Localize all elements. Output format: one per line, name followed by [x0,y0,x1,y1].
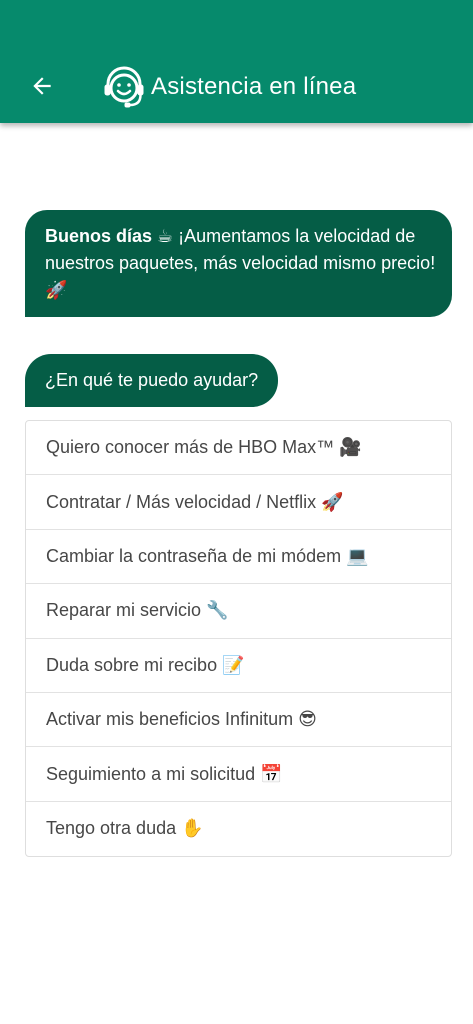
option-contratar[interactable]: Contratar / Más velocidad / Netflix 🚀 [26,475,451,530]
headset-agent-icon [104,66,144,108]
page-title: Asistencia en línea [151,73,357,100]
greeting-message-bubble: Buenos días ☕ ¡Aumentamos la velocidad d… [25,210,452,317]
option-duda-recibo[interactable]: Duda sobre mi recibo 📝 [26,639,451,693]
option-label: Cambiar la contraseña de mi módem 💻 [46,545,369,566]
option-seguimiento-solicitud[interactable]: Seguimiento a mi solicitud 📅 [26,747,451,802]
arrow-left-icon [33,77,51,95]
question-text: ¿En qué te puedo ayudar? [45,370,259,390]
option-label: Activar mis beneficios Infinitum 😎 [46,709,317,730]
option-otra-duda[interactable]: Tengo otra duda ✋ [26,802,451,856]
option-activar-beneficios[interactable]: Activar mis beneficios Infinitum 😎 [26,693,451,748]
option-hbo-max[interactable]: Quiero conocer más de HBO Max™ 🎥 [26,421,451,476]
option-label: Duda sobre mi recibo 📝 [46,654,245,675]
app-bar: Asistencia en línea [0,0,473,123]
option-cambiar-contrasena[interactable]: Cambiar la contraseña de mi módem 💻 [26,530,451,585]
back-button[interactable] [22,66,62,106]
options-list: Quiero conocer más de HBO Max™ 🎥 Contrat… [25,420,452,858]
option-label: Quiero conocer más de HBO Max™ 🎥 [46,437,362,458]
option-label: Seguimiento a mi solicitud 📅 [46,763,283,784]
question-message-bubble: ¿En qué te puedo ayudar? [25,354,279,407]
option-label: Contratar / Más velocidad / Netflix 🚀 [46,491,344,512]
option-reparar-servicio[interactable]: Reparar mi servicio 🔧 [26,584,451,639]
greeting-bold-text: Buenos días [45,226,153,246]
option-label: Reparar mi servicio 🔧 [46,600,229,621]
option-label: Tengo otra duda ✋ [46,818,204,839]
